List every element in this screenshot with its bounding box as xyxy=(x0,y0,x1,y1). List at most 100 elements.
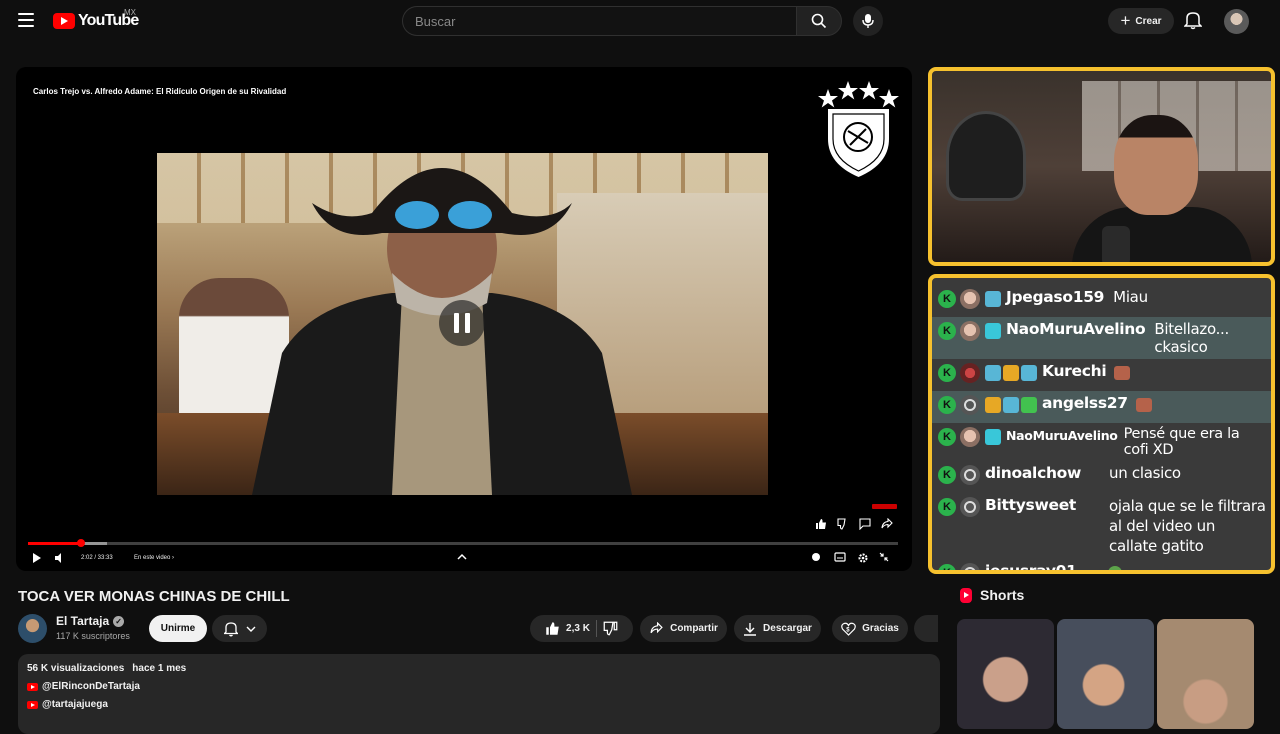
emote-icon xyxy=(1114,366,1131,380)
top-bar: YouTube MX + Crear xyxy=(0,0,1280,42)
kick-badge-icon: K xyxy=(938,498,956,516)
emote-icon xyxy=(1135,398,1152,412)
chapter-label: En este video xyxy=(134,555,171,561)
user-avatar xyxy=(960,289,980,309)
overlay-dislike-icon[interactable] xyxy=(837,517,849,530)
short-thumbnail[interactable] xyxy=(957,619,1054,729)
notifications-bell-icon[interactable] xyxy=(1183,10,1203,35)
search-button[interactable] xyxy=(796,6,842,36)
like-count[interactable]: 2,3 K xyxy=(566,623,590,634)
join-button[interactable]: Unirme xyxy=(149,615,207,642)
progress-played xyxy=(28,542,82,545)
description-box[interactable]: 56 K visualizaciones hace 1 mes @ElRinco… xyxy=(18,654,940,734)
chat-username: dinoalchow xyxy=(985,464,1082,482)
chat-text: Bitellazo... ckasico xyxy=(1154,320,1229,356)
settings-gear-icon[interactable] xyxy=(857,552,869,564)
chat-username: angelss27 xyxy=(1042,394,1128,412)
chat-message: K Bittysweet ojala que se le filtrara al… xyxy=(932,493,1271,559)
share-button[interactable]: Compartir xyxy=(640,615,727,642)
chat-message: K angelss27 xyxy=(932,391,1271,423)
youtube-logo[interactable]: YouTube MX xyxy=(53,8,139,30)
chat-text: Miau xyxy=(1113,288,1148,306)
create-label: Crear xyxy=(1135,15,1162,27)
svg-text:$: $ xyxy=(846,627,850,633)
youtube-icon xyxy=(27,682,38,691)
chat-text: Pensé que era la cofi XD xyxy=(1123,426,1240,458)
overlay-comment-icon[interactable] xyxy=(859,517,871,531)
cam-microphone xyxy=(1102,226,1130,262)
description-link[interactable]: @tartajajuega xyxy=(27,699,931,710)
short-thumbnail[interactable] xyxy=(1057,619,1154,729)
pause-button[interactable] xyxy=(439,300,485,346)
search-icon xyxy=(811,13,827,29)
default-user-icon xyxy=(960,465,980,485)
bell-icon xyxy=(223,621,238,636)
subscribe-watermark[interactable] xyxy=(872,504,897,509)
progress-scrubber[interactable] xyxy=(77,539,86,547)
youtube-icon xyxy=(27,700,38,709)
share-label: Compartir xyxy=(670,623,718,634)
overlay-like-icon[interactable] xyxy=(815,517,827,529)
user-badges xyxy=(985,323,1001,339)
notification-settings-button[interactable] xyxy=(212,615,267,642)
description-meta: 56 K visualizaciones hace 1 mes xyxy=(27,663,931,674)
channel-avatar[interactable] xyxy=(18,614,47,643)
microphone-icon xyxy=(862,14,874,28)
video-title: TOCA VER MONAS CHINAS DE CHILL xyxy=(18,588,290,605)
plus-icon: + xyxy=(1120,11,1131,30)
user-badges xyxy=(985,429,1001,445)
chat-username: Jpegaso159 xyxy=(1006,288,1105,306)
subscriber-count: 117 K suscriptores xyxy=(56,631,130,641)
crown-badge-icon xyxy=(1003,365,1019,381)
autoplay-toggle-icon[interactable] xyxy=(811,552,821,562)
fullscreen-exit-icon[interactable] xyxy=(879,552,889,562)
voice-search-button[interactable] xyxy=(853,6,883,36)
download-button[interactable]: Descargar xyxy=(734,615,821,642)
account-avatar[interactable] xyxy=(1224,9,1249,34)
search-input[interactable] xyxy=(403,7,797,35)
menu-icon[interactable] xyxy=(18,13,34,27)
chat-message: K NaoMuruAvelino Pensé que era la cofi X… xyxy=(932,423,1271,461)
thanks-label: Gracias xyxy=(862,623,899,634)
chevron-up-icon[interactable] xyxy=(457,552,467,562)
subscriber-badge-icon xyxy=(1003,397,1019,413)
description-link[interactable]: @ElRinconDeTartaja xyxy=(27,681,931,692)
create-button[interactable]: + Crear xyxy=(1108,8,1174,34)
thanks-heart-icon: $ xyxy=(841,622,856,636)
thanks-button[interactable]: $ Gracias xyxy=(832,615,908,642)
volume-icon[interactable] xyxy=(54,552,66,564)
chapter-button[interactable]: En este video › xyxy=(134,555,174,561)
chat-overlay: K Jpegaso159 Miau K NaoMuruAvelino Bitel… xyxy=(928,274,1275,574)
more-actions-button[interactable] xyxy=(914,615,938,642)
channel-name-link[interactable]: El Tartaja ✓ xyxy=(56,614,125,628)
user-avatar xyxy=(960,321,980,341)
kick-badge-icon: K xyxy=(938,322,956,340)
progress-bar[interactable] xyxy=(28,539,898,547)
short-thumbnail[interactable] xyxy=(1157,619,1254,729)
cam-streamer-head xyxy=(1114,115,1198,215)
video-player[interactable]: Carlos Trejo vs. Alfredo Adame: El Ridíc… xyxy=(16,67,912,571)
shorts-title: Shorts xyxy=(980,587,1025,603)
like-icon[interactable] xyxy=(545,621,560,636)
chat-message: K dinoalchow un clasico xyxy=(932,461,1271,493)
kick-badge-icon: K xyxy=(938,428,956,446)
moderator-badge-icon xyxy=(985,365,1001,381)
user-badges xyxy=(985,365,1037,381)
dislike-icon[interactable] xyxy=(603,621,618,636)
kick-badge-icon: K xyxy=(938,396,956,414)
share-icon xyxy=(650,622,663,634)
subscriber-badge-icon xyxy=(1021,365,1037,381)
kick-badge-icon: K xyxy=(938,564,956,570)
kick-badge-icon: K xyxy=(938,290,956,308)
chat-message: K NaoMuruAvelino Bitellazo... ckasico xyxy=(932,317,1271,359)
gifter-badge-icon xyxy=(985,323,1001,339)
search-box xyxy=(402,6,797,36)
crown-badge-icon xyxy=(985,397,1001,413)
chat-username: jesusray01 xyxy=(985,562,1077,574)
chat-message: K jesusray01 xyxy=(932,559,1271,574)
subscriber-badge-icon xyxy=(985,291,1001,307)
subtitles-icon[interactable] xyxy=(834,552,846,562)
shorts-header: Shorts xyxy=(960,587,1024,603)
play-icon[interactable] xyxy=(32,552,42,564)
overlay-share-icon[interactable] xyxy=(881,517,893,529)
